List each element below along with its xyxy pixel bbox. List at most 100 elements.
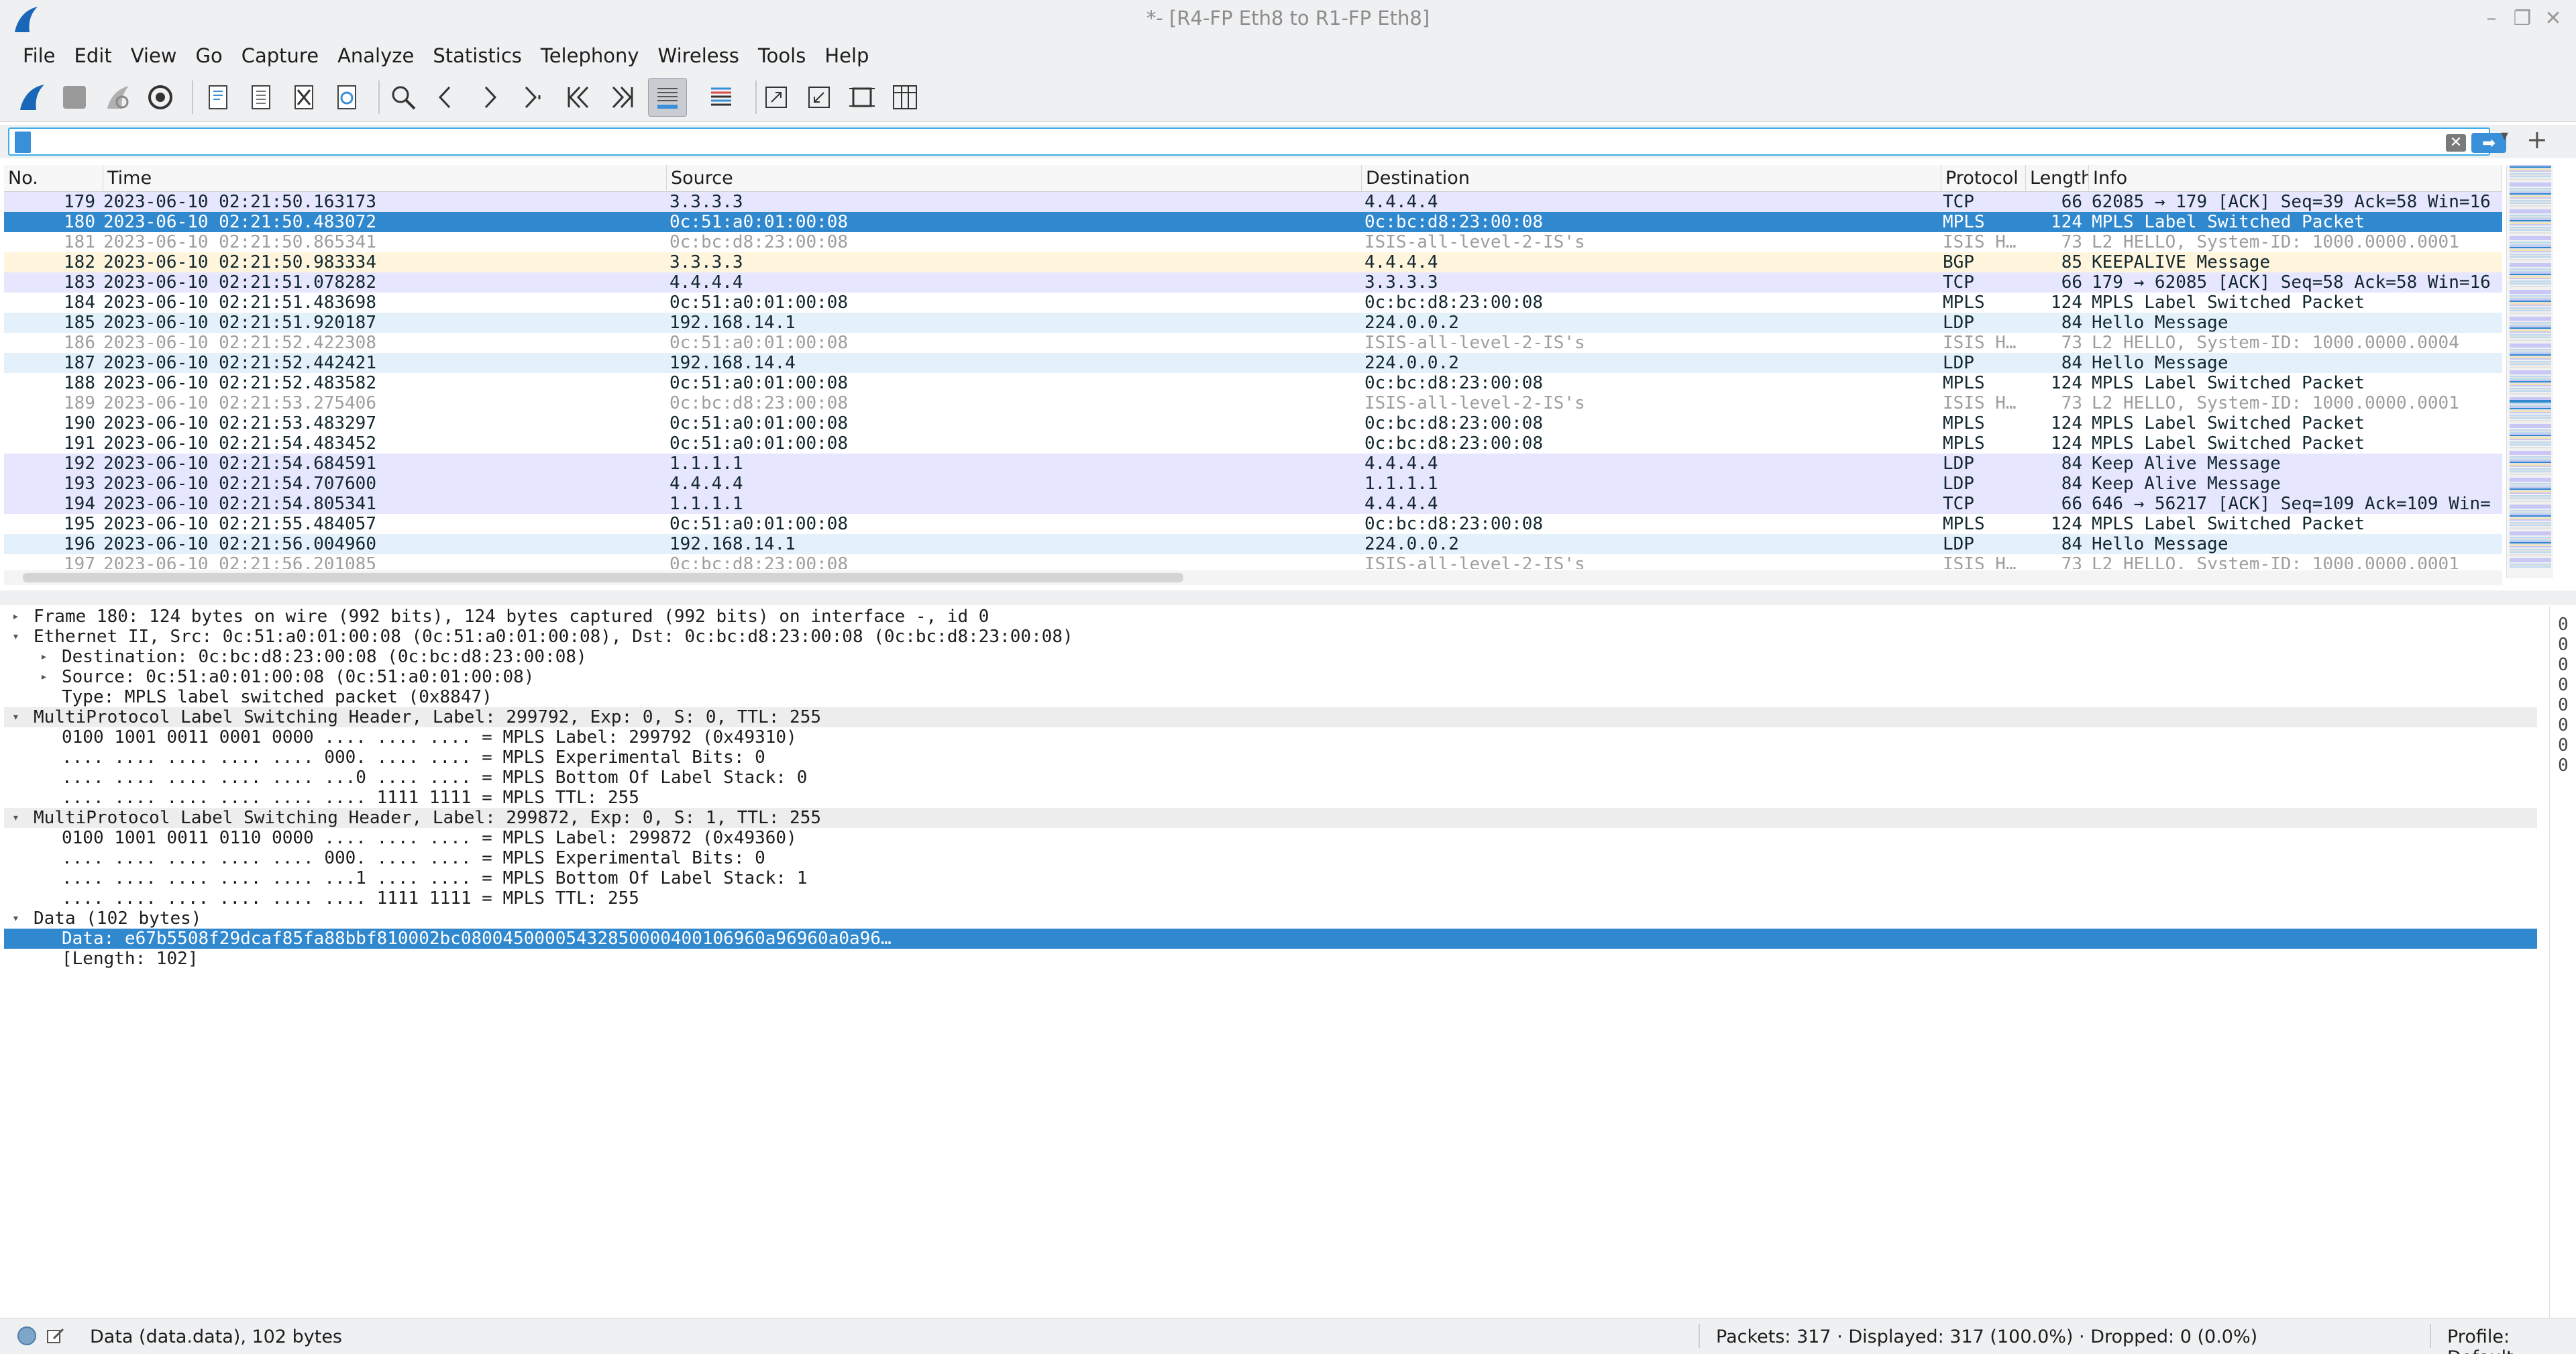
detail-tree-item[interactable]: .... .... .... .... .... ...0 .... .... … (4, 768, 2537, 788)
packet-row[interactable]: 186 2023-06-10 02:21:52.422308 0c:51:a0:01… (4, 333, 2502, 353)
packet-row[interactable]: 181 2023-06-10 02:21:50.865341 0c:bc:d8:23… (4, 232, 2502, 252)
bookmark-icon[interactable] (15, 132, 31, 153)
shark-fin-start-icon[interactable] (12, 78, 51, 117)
packet-cell-src: 4.4.4.4 (669, 272, 743, 293)
capture-comment-icon[interactable] (46, 1326, 66, 1345)
packet-row[interactable]: 183 2023-06-10 02:21:51.078282 4.4.4.4 3.3.… (4, 272, 2502, 293)
packet-row[interactable]: 197 2023-06-10 02:21:56.201085 0c:bc:d8:23… (4, 554, 2502, 569)
detail-tree-item[interactable]: 0100 1001 0011 0001 0000 .... .... .... … (4, 727, 2537, 747)
packet-row[interactable]: 196 2023-06-10 02:21:56.004960 192.168.14.… (4, 534, 2502, 554)
stop-capture-icon[interactable] (55, 78, 94, 117)
detail-tree-item[interactable]: Type: MPLS label switched packet (0x8847… (4, 687, 2537, 707)
column-header-no[interactable]: No. (4, 165, 103, 192)
packet-list-horizontal-scrollbar[interactable] (4, 570, 2502, 585)
save-file-icon[interactable] (241, 78, 280, 117)
detail-tree-item[interactable]: .... .... .... .... .... .... 1111 1111 … (4, 888, 2537, 908)
detail-tree-item[interactable]: ▸ Source: 0c:51:a0:01:00:08 (0c:51:a0:01:… (4, 667, 2537, 687)
detail-tree-item[interactable]: 0100 1001 0011 0110 0000 .... .... .... … (4, 828, 2537, 848)
detail-tree-item[interactable]: ▾ Data (102 bytes) (4, 908, 2537, 929)
packet-row[interactable]: 185 2023-06-10 02:21:51.920187 192.168.14.… (4, 313, 2502, 333)
column-header-protocol[interactable]: Protocol (1941, 165, 2026, 192)
find-packet-icon[interactable] (384, 78, 423, 117)
column-header-source[interactable]: Source (667, 165, 1362, 192)
packet-cell-time: 2023-06-10 02:21:52.483582 (103, 373, 376, 393)
packet-row[interactable]: 195 2023-06-10 02:21:55.484057 0c:51:a0:01… (4, 514, 2502, 534)
go-back-icon[interactable] (427, 78, 466, 117)
menu-file[interactable]: File (13, 40, 65, 71)
menu-telephony[interactable]: Telephony (531, 40, 649, 71)
detail-tree-item[interactable]: ▸ Frame 180: 124 bytes on wire (992 bits)… (4, 607, 2537, 627)
minimize-icon[interactable]: – (2478, 5, 2505, 32)
column-header-length[interactable]: Length (2026, 165, 2089, 192)
normal-size-icon[interactable] (843, 78, 881, 117)
packet-row[interactable]: 194 2023-06-10 02:21:54.805341 1.1.1.1 4.4.… (4, 494, 2502, 514)
close-file-icon[interactable] (284, 78, 323, 117)
pane-splitter[interactable] (0, 590, 2576, 605)
profile-selector[interactable]: Profile: Default (2447, 1326, 2576, 1354)
packet-row[interactable]: 188 2023-06-10 02:21:52.483582 0c:51:a0:01… (4, 373, 2502, 393)
add-filter-button-icon[interactable]: + (2526, 126, 2548, 153)
last-packet-icon[interactable] (602, 78, 641, 117)
expanded-chevron-icon[interactable]: ▾ (12, 908, 19, 929)
expanded-chevron-icon[interactable]: ▾ (12, 707, 19, 727)
expanded-chevron-icon[interactable]: ▾ (12, 627, 19, 647)
first-packet-icon[interactable] (559, 78, 598, 117)
detail-tree-item[interactable]: ▾ Ethernet II, Src: 0c:51:a0:01:00:08 (0c… (4, 627, 2537, 647)
resize-columns-icon[interactable] (885, 78, 924, 117)
column-header-destination[interactable]: Destination (1362, 165, 1941, 192)
restart-capture-icon[interactable] (98, 78, 137, 117)
packet-row[interactable]: 187 2023-06-10 02:21:52.442421 192.168.14.… (4, 353, 2502, 373)
collapsed-chevron-icon[interactable]: ▸ (40, 647, 48, 667)
menu-tools[interactable]: Tools (749, 40, 815, 71)
filter-history-chevron-down-icon[interactable]: ▾ (2501, 127, 2508, 144)
menu-analyze[interactable]: Analyze (328, 40, 423, 71)
detail-tree-item[interactable]: [Length: 102] (4, 949, 2537, 969)
minimap-position-marker[interactable] (2510, 400, 2551, 403)
auto-scroll-icon[interactable] (648, 78, 687, 117)
restore-icon[interactable]: ❐ (2509, 5, 2536, 32)
colorize-icon[interactable] (702, 78, 741, 117)
reload-file-icon[interactable] (327, 78, 366, 117)
packet-row[interactable]: 180 2023-06-10 02:21:50.483072 0c:51:a0:01… (4, 212, 2502, 232)
packet-row[interactable]: 182 2023-06-10 02:21:50.983334 3.3.3.3 4.4.… (4, 252, 2502, 272)
packet-row[interactable]: 179 2023-06-10 02:21:50.163173 3.3.3.3 4.4.… (4, 192, 2502, 212)
packet-row[interactable]: 184 2023-06-10 02:21:51.483698 0c:51:a0:01… (4, 293, 2502, 313)
menu-capture[interactable]: Capture (232, 40, 328, 71)
detail-tree-item[interactable]: .... .... .... .... .... .... 1111 1111 … (4, 788, 2537, 808)
expanded-chevron-icon[interactable]: ▾ (12, 808, 19, 828)
detail-tree-item[interactable]: .... .... .... .... .... 000. .... .... … (4, 747, 2537, 768)
display-filter-input[interactable] (36, 130, 2438, 153)
menu-view[interactable]: View (121, 40, 186, 71)
horizontal-scrollbar-thumb[interactable] (23, 573, 1183, 582)
packet-list-minimap-scrollbar[interactable] (2506, 165, 2553, 578)
menu-go[interactable]: Go (186, 40, 232, 71)
packet-row[interactable]: 191 2023-06-10 02:21:54.483452 0c:51:a0:01… (4, 433, 2502, 454)
expert-info-icon[interactable] (17, 1326, 36, 1345)
collapsed-chevron-icon[interactable]: ▸ (12, 607, 19, 627)
packet-row[interactable]: 189 2023-06-10 02:21:53.275406 0c:bc:d8:23… (4, 393, 2502, 413)
close-icon[interactable]: ✕ (2540, 5, 2567, 32)
packet-row[interactable]: 192 2023-06-10 02:21:54.684591 1.1.1.1 4.4.… (4, 454, 2502, 474)
column-header-info[interactable]: Info (2089, 165, 2502, 192)
detail-tree-item[interactable]: .... .... .... .... .... ...1 .... .... … (4, 868, 2537, 888)
collapsed-chevron-icon[interactable]: ▸ (40, 667, 48, 687)
detail-tree-item[interactable]: ▸ Destination: 0c:bc:d8:23:00:08 (0c:bc:d… (4, 647, 2537, 667)
detail-tree-item[interactable]: Data: e67b5508f29dcaf85fa88bbf810002bc08… (4, 929, 2537, 949)
zoom-out-icon[interactable] (800, 78, 839, 117)
capture-options-icon[interactable] (141, 78, 180, 117)
go-to-packet-icon[interactable] (513, 78, 551, 117)
detail-tree-item[interactable]: ▾ MultiProtocol Label Switching Header, L… (4, 707, 2537, 727)
zoom-in-icon[interactable] (757, 78, 796, 117)
go-forward-icon[interactable] (470, 78, 508, 117)
detail-tree-item[interactable]: .... .... .... .... .... 000. .... .... … (4, 848, 2537, 868)
menu-wireless[interactable]: Wireless (649, 40, 749, 71)
menu-help[interactable]: Help (815, 40, 878, 71)
menu-edit[interactable]: Edit (65, 40, 121, 71)
detail-tree-item[interactable]: ▾ MultiProtocol Label Switching Header, L… (4, 808, 2537, 828)
open-file-icon[interactable] (199, 78, 237, 117)
packet-row[interactable]: 193 2023-06-10 02:21:54.707600 4.4.4.4 1.1.… (4, 474, 2502, 494)
packet-row[interactable]: 190 2023-06-10 02:21:53.483297 0c:51:a0:01… (4, 413, 2502, 433)
column-header-time[interactable]: Time (103, 165, 667, 192)
menu-statistics[interactable]: Statistics (423, 40, 531, 71)
clear-filter-icon[interactable]: ✕ (2446, 134, 2466, 152)
